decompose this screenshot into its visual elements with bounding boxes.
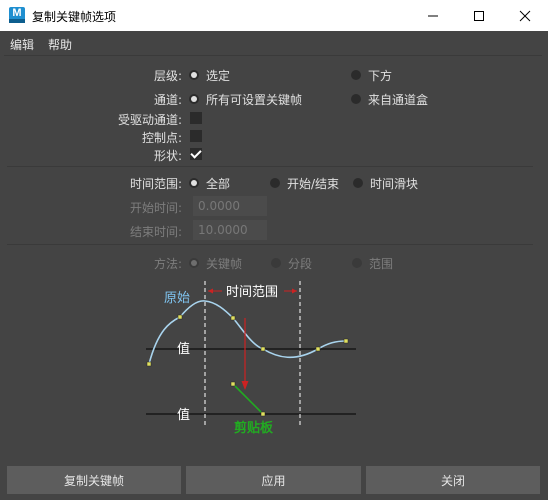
time-range-start-end-radio[interactable]: [270, 178, 280, 188]
maximize-button[interactable]: [456, 0, 502, 31]
time-range-start-end-option[interactable]: 开始/结束: [287, 175, 339, 192]
hierarchy-label: 层级:: [153, 69, 182, 83]
method-range-radio[interactable]: [352, 258, 362, 268]
driven-channels-checkbox[interactable]: [190, 112, 202, 124]
method-segments-option[interactable]: 分段: [288, 255, 312, 272]
separator: [7, 166, 533, 167]
method-label: 方法:: [153, 257, 182, 271]
control-points-checkbox[interactable]: [190, 130, 202, 142]
minimize-icon: [428, 15, 438, 16]
hierarchy-below-radio[interactable]: [351, 70, 361, 80]
hierarchy-below-option[interactable]: 下方: [368, 67, 392, 84]
menu-edit[interactable]: 编辑: [10, 36, 34, 53]
time-range-time-slider-radio[interactable]: [353, 178, 363, 188]
time-range-time-slider-option[interactable]: 时间滑块: [370, 175, 418, 192]
start-time-field[interactable]: 0.0000: [193, 196, 267, 216]
shapes-checkbox[interactable]: [190, 148, 202, 160]
close-button[interactable]: 关闭: [366, 466, 540, 494]
hierarchy-selected-option[interactable]: 选定: [206, 67, 230, 84]
time-range-label: 时间范围:: [129, 177, 182, 191]
driven-channels-label: 受驱动通道:: [117, 113, 182, 127]
maximize-icon: [474, 10, 484, 21]
end-time-label: 结束时间:: [129, 225, 182, 239]
method-keys-option[interactable]: 关键帧: [206, 255, 242, 272]
channels-from-channel-box-radio[interactable]: [351, 94, 361, 104]
method-range-option[interactable]: 范围: [369, 255, 393, 272]
end-time-field[interactable]: 10.0000: [193, 220, 267, 240]
minimize-button[interactable]: [410, 0, 456, 31]
menu-bar: 编辑 帮助: [0, 31, 548, 55]
channels-all-keyable-radio[interactable]: [189, 94, 199, 104]
close-window-button[interactable]: [502, 0, 548, 31]
app-icon-letter: M: [12, 7, 22, 19]
window-title: 复制关键帧选项: [32, 10, 117, 24]
copy-keys-button[interactable]: 复制关键帧: [7, 466, 181, 494]
shapes-label: 形状:: [153, 149, 182, 163]
title-bar: M 复制关键帧选项: [0, 0, 548, 31]
method-segments-radio[interactable]: [271, 258, 281, 268]
close-icon: [519, 10, 531, 21]
time-range-all-option[interactable]: 全部: [206, 175, 230, 192]
start-time-label: 开始时间:: [129, 201, 182, 215]
time-range-all-radio[interactable]: [189, 178, 199, 188]
apply-button[interactable]: 应用: [186, 466, 361, 494]
channels-all-keyable-option[interactable]: 所有可设置关键帧: [206, 91, 302, 108]
hierarchy-selected-radio[interactable]: [189, 70, 199, 80]
menu-help[interactable]: 帮助: [48, 36, 72, 53]
method-keys-radio[interactable]: [189, 258, 199, 268]
channels-label: 通道:: [153, 93, 182, 107]
separator: [7, 244, 533, 245]
maya-app-icon: M: [9, 7, 25, 23]
control-points-label: 控制点:: [141, 131, 182, 145]
channels-from-channel-box-option[interactable]: 来自通道盒: [368, 91, 428, 108]
